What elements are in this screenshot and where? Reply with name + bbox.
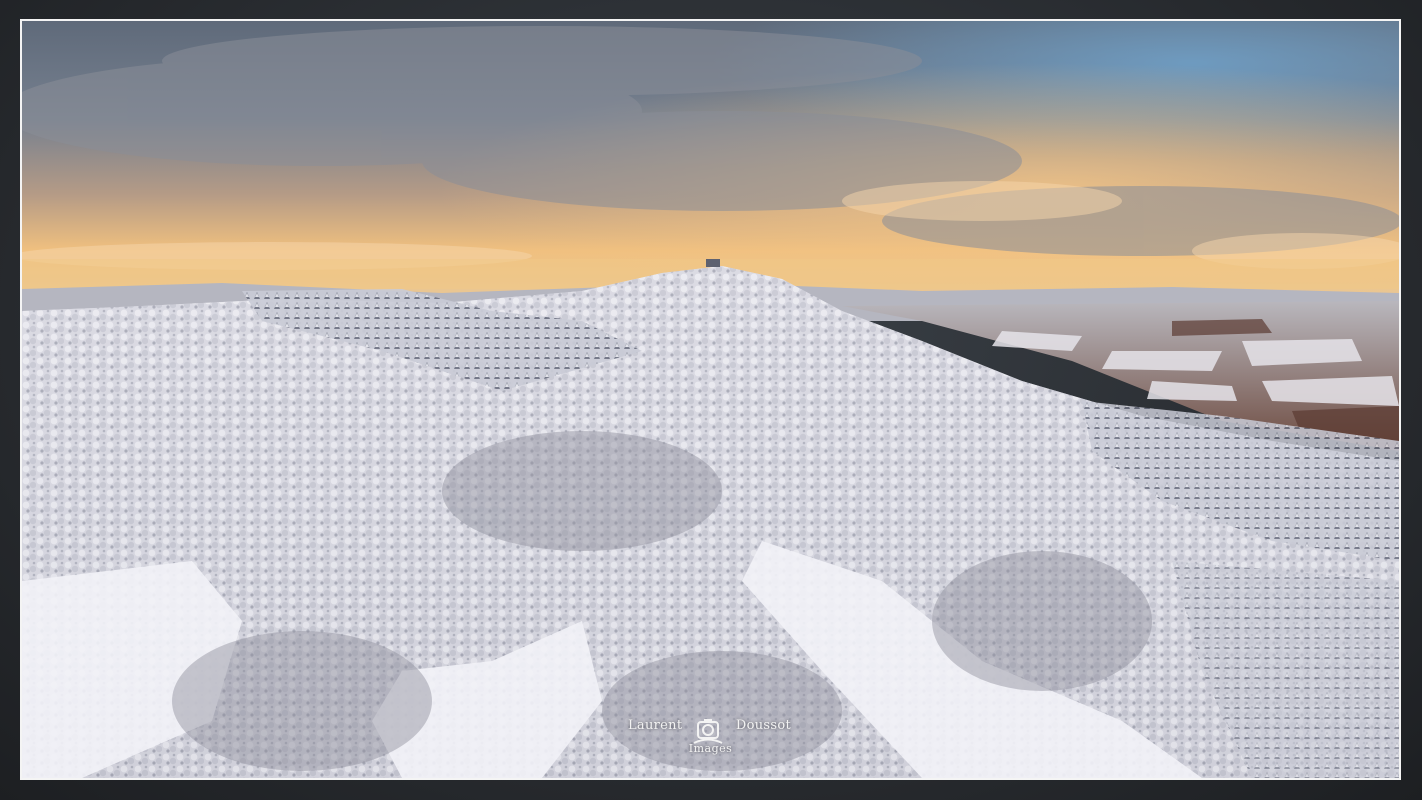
landscape-illustration	[22, 21, 1399, 778]
watermark-first-name: Laurent	[628, 718, 683, 733]
watermark-last-name: Doussot	[735, 718, 791, 733]
watermark-subtitle: Images	[688, 742, 733, 755]
photo-landscape	[20, 19, 1401, 780]
photographer-watermark: Laurent Doussot Images	[628, 708, 793, 764]
